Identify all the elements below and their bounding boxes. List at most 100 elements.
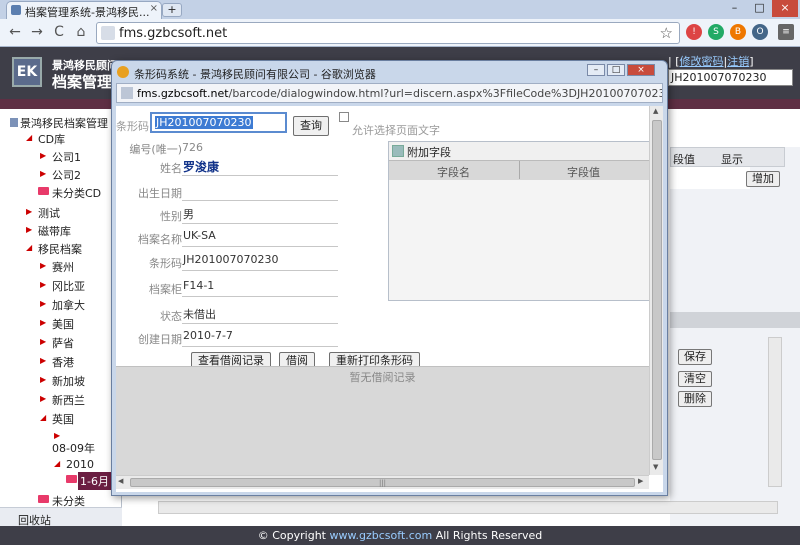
scroll-right-icon[interactable]: ▶ [638, 477, 643, 485]
browser-toolbar: ← → C ⌂ fms.gzbcsoft.net ☆ ! S B O ≡ [0, 19, 800, 47]
tree-item-country[interactable]: 新西兰 [52, 392, 85, 408]
extension-icon[interactable]: ! [686, 24, 702, 40]
tree-item-country[interactable]: 冈比亚 [52, 278, 85, 294]
field-value: 男 [182, 206, 338, 224]
collapsed-icon[interactable]: ▶ [40, 261, 46, 270]
tree-item-country[interactable]: 赛州 [52, 259, 74, 275]
collapsed-icon[interactable]: ▶ [26, 225, 32, 234]
field-row: 条形码 JH201007070230 [116, 253, 338, 275]
tree-item-country[interactable]: 英国 [52, 411, 74, 427]
close-window-button[interactable]: × [772, 0, 798, 17]
field-row: 出生日期 [116, 183, 338, 205]
tree-item-cd[interactable]: CD库 [38, 131, 65, 147]
field-row: 档案柜 F14-1 [116, 279, 338, 301]
field-value: 2010-7-7 [182, 329, 338, 347]
tree-item-country[interactable]: 美国 [52, 316, 74, 332]
add-button[interactable]: 增加 [746, 171, 780, 187]
extra-fields-header: 附加字段 [389, 142, 649, 160]
field-row: 性别 男 [116, 206, 338, 228]
expanded-icon[interactable]: ◢ [40, 413, 46, 422]
barcode-input[interactable]: JH201007070230 [150, 112, 287, 133]
tree-item-country[interactable]: 萨省 [52, 335, 74, 351]
collapsed-icon[interactable]: ▶ [40, 375, 46, 384]
dialog-minimize-button[interactable]: – [587, 64, 605, 76]
vertical-scroll-thumb[interactable] [652, 120, 662, 460]
page-horizontal-scrollbar[interactable] [158, 501, 778, 514]
tree-item-country[interactable]: 香港 [52, 354, 74, 370]
page-icon [121, 87, 133, 99]
extension-icon[interactable]: S [708, 24, 724, 40]
change-password-link[interactable]: 修改密码 [680, 55, 724, 68]
collapsed-icon[interactable]: ▶ [40, 318, 46, 327]
address-bar[interactable]: fms.gzbcsoft.net ☆ [96, 22, 680, 44]
collapsed-icon[interactable]: ▶ [40, 280, 46, 289]
collapsed-icon[interactable]: ▶ [40, 299, 46, 308]
field-value-name: 罗浚康 [182, 158, 338, 176]
sidebar-tree: 景鸿移民档案管理 ◢ CD库 ▶ 公司1 ▶ 公司2 未分类CD ▶ 测试 ▶ … [0, 109, 122, 527]
scroll-up-icon[interactable]: ▲ [653, 107, 658, 115]
maximize-button[interactable]: □ [747, 0, 772, 17]
extension-icon[interactable]: B [730, 24, 746, 40]
collapsed-icon[interactable]: ▶ [40, 337, 46, 346]
field-value: F14-1 [182, 279, 338, 297]
dialog-vertical-scrollbar[interactable]: ▲ ▼ [649, 106, 663, 475]
collapsed-icon[interactable]: ▶ [40, 169, 46, 178]
expanded-icon[interactable]: ◢ [26, 133, 32, 142]
extra-fields-title: 附加字段 [407, 146, 451, 159]
column-divider [519, 161, 520, 179]
field-value: JH201007070230 [182, 253, 338, 271]
field-label: 条形码 [149, 257, 182, 270]
tree-item-country[interactable]: 新加坡 [52, 373, 85, 389]
folder-icon [38, 495, 49, 503]
allow-select-label: 允许选择页面文字 [352, 124, 440, 137]
collapsed-icon[interactable]: ▶ [40, 394, 46, 403]
tree-item-tape[interactable]: 磁带库 [38, 223, 71, 239]
recycle-bin[interactable]: 回收站 [0, 507, 122, 527]
tab-close-icon[interactable]: × [150, 3, 158, 14]
scroll-down-icon[interactable]: ▼ [653, 463, 658, 471]
forward-button[interactable]: → [28, 23, 46, 41]
new-tab-button[interactable]: + [162, 3, 182, 17]
page-vertical-scrollbar[interactable] [768, 337, 782, 487]
dialog-maximize-button[interactable]: □ [607, 64, 625, 76]
wrench-icon[interactable]: ≡ [778, 24, 794, 40]
clear-button[interactable]: 清空 [678, 371, 712, 387]
logout-link[interactable]: 注销 [727, 55, 749, 68]
tree-item-year-0809[interactable]: 08-09年 [52, 440, 95, 456]
tree-item-uncat-cd[interactable]: 未分类CD [52, 185, 101, 201]
scroll-grip-icon: ||| [378, 479, 387, 487]
horizontal-scroll-thumb[interactable]: ||| [130, 478, 635, 487]
tree-root[interactable]: 景鸿移民档案管理 [10, 115, 108, 131]
copyright-link[interactable]: www.gzbcsoft.com [330, 529, 433, 542]
reload-button[interactable]: C [50, 23, 68, 41]
tree-item-immigration[interactable]: 移民档案 [38, 241, 82, 257]
expanded-icon[interactable]: ◢ [26, 243, 32, 252]
tree-item-test[interactable]: 测试 [38, 205, 60, 221]
delete-button[interactable]: 删除 [678, 391, 712, 407]
dialog-horizontal-scrollbar[interactable]: ◀ ||| ▶ [116, 475, 649, 489]
scroll-left-icon[interactable]: ◀ [118, 477, 123, 485]
dialog-close-button[interactable]: × [627, 64, 655, 76]
tree-item-company1[interactable]: 公司1 [52, 149, 81, 165]
extension-icon[interactable]: O [752, 24, 768, 40]
field-row: 状态 未借出 [116, 306, 338, 328]
save-button[interactable]: 保存 [678, 349, 712, 365]
collapsed-icon[interactable]: ▶ [54, 431, 60, 440]
expanded-icon[interactable]: ◢ [54, 459, 60, 468]
tree-item-year-2010[interactable]: 2010 [66, 458, 94, 471]
query-button[interactable]: 查询 [293, 116, 329, 136]
home-button[interactable]: ⌂ [72, 23, 90, 41]
allow-select-checkbox[interactable] [339, 112, 349, 122]
tree-item-month-selected[interactable]: 1-6月 [78, 472, 111, 490]
collapsed-icon[interactable]: ▶ [40, 356, 46, 365]
bookmark-star-icon[interactable]: ☆ [660, 24, 673, 42]
folder-icon [38, 187, 49, 195]
minimize-button[interactable]: – [722, 0, 747, 17]
collapsed-icon[interactable]: ▶ [40, 151, 46, 160]
tree-item-company2[interactable]: 公司2 [52, 167, 81, 183]
back-button[interactable]: ← [6, 23, 24, 41]
browser-tab[interactable]: 档案管理系统-景鸿移民... × [6, 1, 162, 19]
tree-item-country[interactable]: 加拿大 [52, 297, 85, 313]
collapsed-icon[interactable]: ▶ [26, 207, 32, 216]
file-code-input[interactable]: JH201007070230 [668, 69, 793, 86]
